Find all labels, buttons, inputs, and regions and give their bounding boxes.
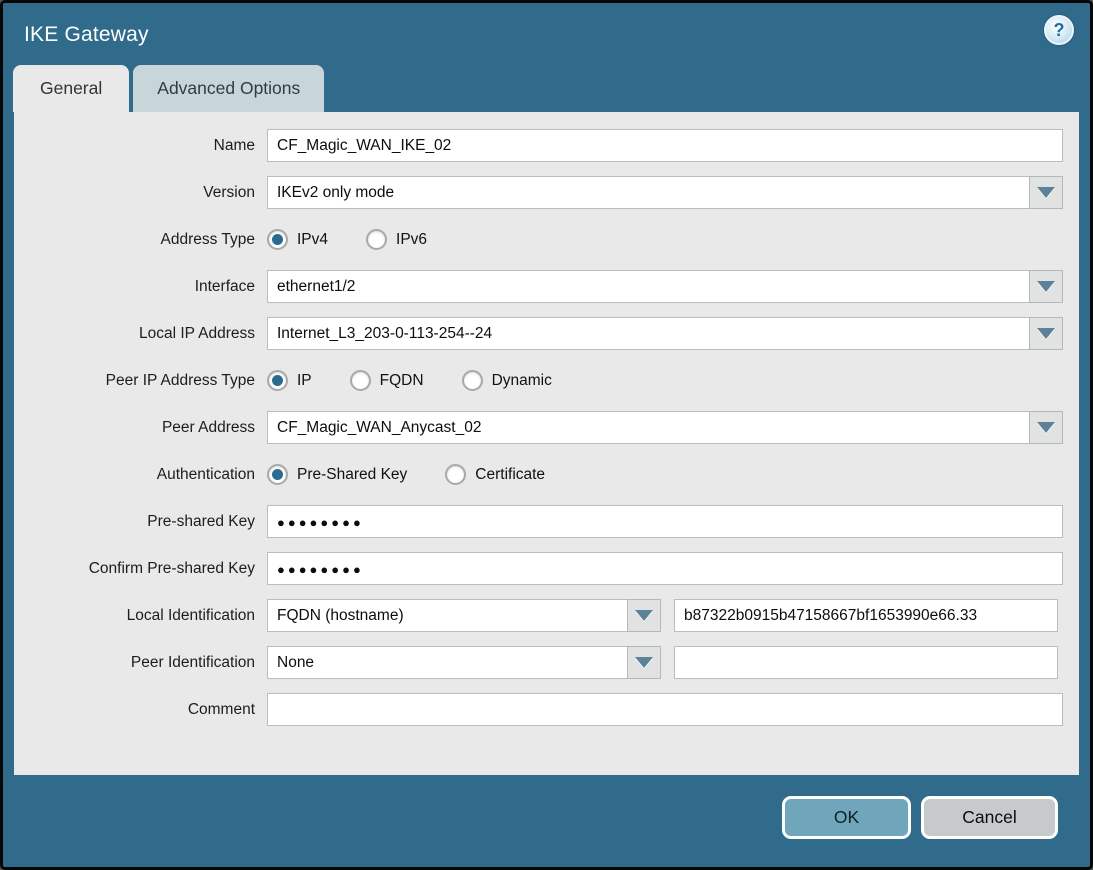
peer-ip-address-type-row: Peer IP Address Type IP FQDN Dynamic bbox=[14, 364, 1063, 397]
radio-pre-shared-key[interactable]: Pre-Shared Key bbox=[267, 464, 407, 485]
radio-pre-shared-key-label: Pre-Shared Key bbox=[297, 466, 407, 484]
radio-fqdn-label: FQDN bbox=[380, 372, 424, 390]
local-identification-type-select[interactable]: FQDN (hostname) bbox=[267, 599, 628, 632]
radio-ipv4-label: IPv4 bbox=[297, 231, 328, 249]
chevron-down-icon bbox=[1037, 422, 1055, 433]
tab-bar: General Advanced Options bbox=[3, 65, 1090, 112]
local-identification-row: Local Identification FQDN (hostname) b87… bbox=[14, 599, 1063, 632]
preshared-key-input[interactable]: ●●●●●●●● bbox=[267, 505, 1063, 538]
local-identification-label: Local Identification bbox=[14, 607, 267, 625]
general-tab-panel: Name CF_Magic_WAN_IKE_02 Version IKEv2 o… bbox=[14, 112, 1079, 775]
authentication-label: Authentication bbox=[14, 466, 267, 484]
preshared-key-row: Pre-shared Key ●●●●●●●● bbox=[14, 505, 1063, 538]
interface-dropdown-button[interactable] bbox=[1029, 270, 1063, 303]
comment-row: Comment bbox=[14, 693, 1063, 726]
tab-general-label: General bbox=[40, 78, 102, 99]
chevron-down-icon bbox=[1037, 187, 1055, 198]
chevron-down-icon bbox=[635, 657, 653, 668]
address-type-label: Address Type bbox=[14, 231, 267, 249]
interface-label: Interface bbox=[14, 278, 267, 296]
peer-address-select[interactable]: CF_Magic_WAN_Anycast_02 bbox=[267, 411, 1030, 444]
peer-identification-value-input[interactable] bbox=[674, 646, 1058, 679]
peer-address-label: Peer Address bbox=[14, 419, 267, 437]
comment-input[interactable] bbox=[267, 693, 1063, 726]
radio-dynamic-label: Dynamic bbox=[492, 372, 552, 390]
radio-ipv6-label: IPv6 bbox=[396, 231, 427, 249]
local-ip-address-label: Local IP Address bbox=[14, 325, 267, 343]
confirm-preshared-key-row: Confirm Pre-shared Key ●●●●●●●● bbox=[14, 552, 1063, 585]
authentication-radiogroup: Pre-Shared Key Certificate bbox=[267, 464, 545, 485]
radio-certificate-label: Certificate bbox=[475, 466, 545, 484]
tab-advanced-options-label: Advanced Options bbox=[157, 78, 300, 99]
version-dropdown-button[interactable] bbox=[1029, 176, 1063, 209]
local-ip-address-select[interactable]: Internet_L3_203-0-113-254--24 bbox=[267, 317, 1030, 350]
interface-select[interactable]: ethernet1/2 bbox=[267, 270, 1030, 303]
peer-ip-type-radiogroup: IP FQDN Dynamic bbox=[267, 370, 552, 391]
radio-certificate-circle[interactable] bbox=[445, 464, 466, 485]
confirm-preshared-key-label: Confirm Pre-shared Key bbox=[14, 560, 267, 578]
name-input[interactable]: CF_Magic_WAN_IKE_02 bbox=[267, 129, 1063, 162]
radio-ip-label: IP bbox=[297, 372, 312, 390]
preshared-key-label: Pre-shared Key bbox=[14, 513, 267, 531]
radio-dynamic-circle[interactable] bbox=[462, 370, 483, 391]
cancel-button[interactable]: Cancel bbox=[921, 796, 1058, 839]
radio-ipv6[interactable]: IPv6 bbox=[366, 229, 427, 250]
chevron-down-icon bbox=[1037, 328, 1055, 339]
radio-fqdn[interactable]: FQDN bbox=[350, 370, 424, 391]
ok-button[interactable]: OK bbox=[782, 796, 911, 839]
name-label: Name bbox=[14, 137, 267, 155]
radio-ipv4[interactable]: IPv4 bbox=[267, 229, 328, 250]
comment-label: Comment bbox=[14, 701, 267, 719]
chevron-down-icon bbox=[1037, 281, 1055, 292]
radio-pre-shared-key-circle[interactable] bbox=[267, 464, 288, 485]
peer-identification-type-select[interactable]: None bbox=[267, 646, 628, 679]
address-type-row: Address Type IPv4 IPv6 bbox=[14, 223, 1063, 256]
footer: OK Cancel bbox=[3, 775, 1090, 870]
local-identification-value-input[interactable]: b87322b0915b47158667bf1653990e66.33 bbox=[674, 599, 1058, 632]
peer-identification-row: Peer Identification None bbox=[14, 646, 1063, 679]
peer-ip-address-type-label: Peer IP Address Type bbox=[14, 372, 267, 390]
address-type-radiogroup: IPv4 IPv6 bbox=[267, 229, 427, 250]
peer-identification-label: Peer Identification bbox=[14, 654, 267, 672]
version-row: Version IKEv2 only mode bbox=[14, 176, 1063, 209]
chevron-down-icon bbox=[635, 610, 653, 621]
version-select[interactable]: IKEv2 only mode bbox=[267, 176, 1030, 209]
local-ip-address-dropdown-button[interactable] bbox=[1029, 317, 1063, 350]
confirm-preshared-key-input[interactable]: ●●●●●●●● bbox=[267, 552, 1063, 585]
dialog-title: IKE Gateway bbox=[24, 23, 149, 47]
help-icon[interactable]: ? bbox=[1044, 15, 1074, 45]
version-label: Version bbox=[14, 184, 267, 202]
interface-row: Interface ethernet1/2 bbox=[14, 270, 1063, 303]
radio-ip[interactable]: IP bbox=[267, 370, 312, 391]
radio-ipv4-circle[interactable] bbox=[267, 229, 288, 250]
radio-dynamic[interactable]: Dynamic bbox=[462, 370, 552, 391]
radio-fqdn-circle[interactable] bbox=[350, 370, 371, 391]
peer-address-dropdown-button[interactable] bbox=[1029, 411, 1063, 444]
peer-address-row: Peer Address CF_Magic_WAN_Anycast_02 bbox=[14, 411, 1063, 444]
titlebar: IKE Gateway ? bbox=[3, 3, 1090, 65]
local-identification-dropdown-button[interactable] bbox=[627, 599, 661, 632]
ike-gateway-dialog: IKE Gateway ? General Advanced Options N… bbox=[0, 0, 1093, 870]
tab-general[interactable]: General bbox=[13, 65, 129, 112]
peer-identification-dropdown-button[interactable] bbox=[627, 646, 661, 679]
authentication-row: Authentication Pre-Shared Key Certificat… bbox=[14, 458, 1063, 491]
local-ip-address-row: Local IP Address Internet_L3_203-0-113-2… bbox=[14, 317, 1063, 350]
tab-advanced-options[interactable]: Advanced Options bbox=[133, 65, 324, 112]
radio-ipv6-circle[interactable] bbox=[366, 229, 387, 250]
name-row: Name CF_Magic_WAN_IKE_02 bbox=[14, 129, 1063, 162]
radio-ip-circle[interactable] bbox=[267, 370, 288, 391]
radio-certificate[interactable]: Certificate bbox=[445, 464, 545, 485]
